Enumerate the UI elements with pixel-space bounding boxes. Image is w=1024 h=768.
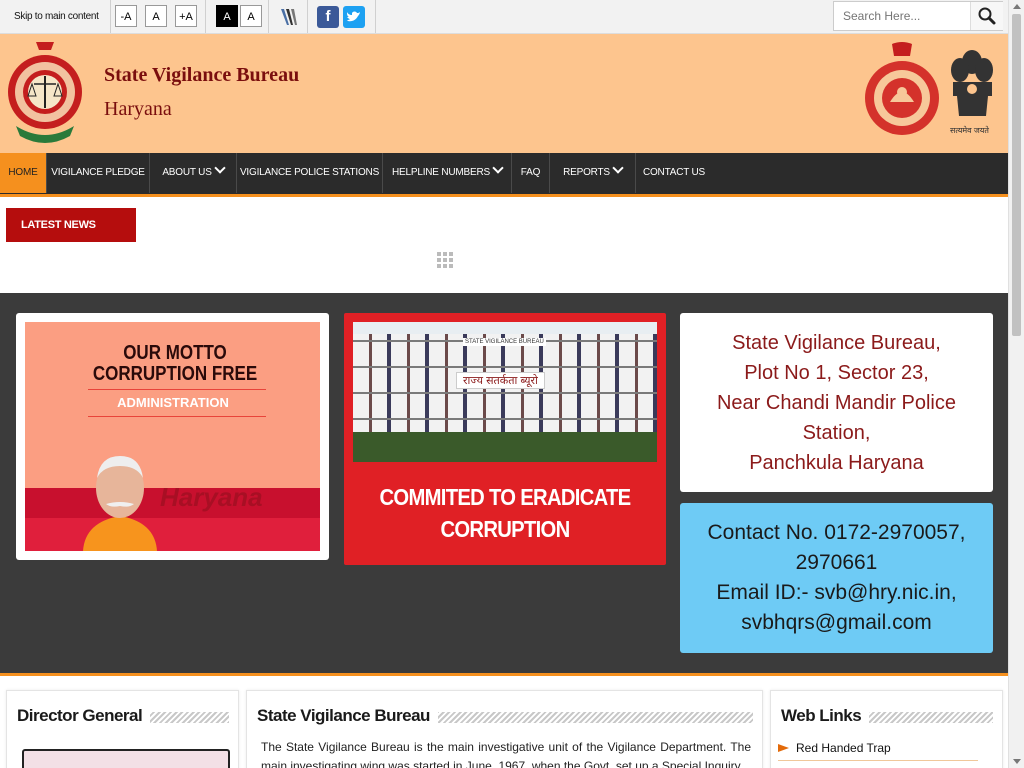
news-section: LATEST NEWS: [0, 197, 1008, 293]
scroll-up-icon[interactable]: [1013, 4, 1021, 9]
commit-line1: COMMITED TO ERADICATE: [379, 484, 632, 510]
motto-watermark: Haryana: [160, 482, 263, 512]
building-image: STATE VIGILANCE BUREAU राज्य सतर्कता ब्य…: [353, 322, 657, 462]
site-title[interactable]: State Vigilance Bureau: [104, 64, 299, 87]
high-contrast-button[interactable]: A: [216, 5, 238, 27]
svb-logo[interactable]: [6, 40, 84, 148]
accessibility-bar: Skip to main content -A A +A A A f: [0, 0, 1008, 34]
motto-line2: CORRUPTION FREE: [92, 363, 258, 385]
commit-line2: CORRUPTION: [440, 516, 570, 542]
address-line: State Vigilance Bureau,: [732, 332, 941, 354]
address-line: Near Chandi Mandir Police: [716, 392, 956, 414]
panel-title: State Vigilance Bureau: [257, 706, 438, 726]
address-line: Plot No 1, Sector 23,: [744, 362, 929, 384]
title-stripes: [431, 712, 753, 723]
contact-card: Contact No. 0172-2970057, 2970661 Email …: [680, 503, 993, 653]
font-decrease-button[interactable]: -A: [115, 5, 137, 27]
nav-vigilance-police-stations[interactable]: VIGILANCE POLICE STATIONS: [237, 153, 383, 193]
emblem-caption: सत्यमेव जयते: [950, 126, 989, 135]
site-subtitle: Haryana: [104, 98, 172, 120]
page-scrollbar[interactable]: [1008, 0, 1024, 768]
font-normal-button[interactable]: A: [145, 5, 167, 27]
divider: [110, 0, 111, 33]
search-input[interactable]: [834, 2, 968, 30]
title-stripes: [147, 712, 229, 723]
motto-line1: OUR MOTTO: [123, 342, 227, 364]
nav-vigilance-pledge[interactable]: VIGILANCE PLEDGE: [47, 153, 150, 193]
panel-title: Director General: [17, 706, 151, 726]
svb-description: The State Vigilance Bureau is the main i…: [261, 740, 751, 768]
latest-news-label: LATEST NEWS: [6, 208, 136, 242]
motto-line3: ADMINISTRATION: [117, 395, 229, 410]
divider: [375, 0, 376, 33]
normal-contrast-button[interactable]: A: [240, 5, 262, 27]
nav-helpline-numbers[interactable]: HELPLINE NUMBERS: [383, 153, 512, 193]
panel-title: Web Links: [781, 706, 870, 726]
arrow-right-icon: [778, 744, 789, 752]
address-line: Panchkula Haryana: [749, 452, 924, 474]
building-hindi-sign: राज्य सतर्कता ब्यूरो: [456, 372, 545, 389]
scrollbar-thumb[interactable]: [1012, 14, 1021, 336]
greenery: [353, 432, 657, 462]
haryana-emblem: [862, 42, 942, 140]
nav-faq[interactable]: FAQ: [512, 153, 550, 193]
nav-reports[interactable]: REPORTS: [550, 153, 636, 193]
nav-label: HELPLINE NUMBERS: [392, 167, 490, 178]
screen-reader-icon[interactable]: [278, 6, 300, 28]
svb-about-panel: State Vigilance Bureau The State Vigilan…: [246, 690, 763, 768]
divider: [268, 0, 269, 33]
web-links-panel: Web Links Red Handed Trap: [770, 690, 1003, 768]
divider: [307, 0, 308, 33]
search-box: [833, 1, 1003, 31]
motto-card: OUR MOTTO CORRUPTION FREE ADMINISTRATION…: [16, 313, 329, 560]
nav-home[interactable]: HOME: [0, 153, 47, 193]
motto-banner-image: OUR MOTTO CORRUPTION FREE ADMINISTRATION…: [25, 322, 320, 551]
nav-contact-us[interactable]: CONTACT US: [636, 153, 712, 193]
title-stripes: [867, 712, 993, 723]
commitment-text: COMMITED TO ERADICATE CORRUPTION: [363, 481, 646, 545]
floor-lines: [353, 334, 657, 444]
contact-email[interactable]: Email ID:- svb@hry.nic.in,: [680, 578, 993, 608]
chevron-down-icon: [214, 162, 226, 174]
scroll-down-icon[interactable]: [1013, 759, 1021, 764]
twitter-icon[interactable]: [343, 6, 365, 28]
address-text: State Vigilance Bureau, Plot No 1, Secto…: [680, 328, 993, 478]
search-icon: [978, 7, 996, 25]
address-line: Station,: [802, 422, 871, 444]
motto-divider: [88, 416, 266, 417]
contact-line: Contact No. 0172-2970057,: [707, 521, 966, 544]
main-navigation: HOME VIGILANCE PLEDGE ABOUT US VIGILANCE…: [0, 153, 1008, 197]
facebook-icon[interactable]: f: [317, 6, 339, 28]
chevron-down-icon: [492, 162, 504, 174]
contact-email[interactable]: svbhqrs@gmail.com: [680, 608, 993, 638]
national-emblem: [945, 44, 1000, 124]
page: Skip to main content -A A +A A A f Searc…: [0, 0, 1008, 768]
nav-label: ABOUT US: [162, 167, 212, 178]
chevron-down-icon: [612, 162, 624, 174]
font-increase-button[interactable]: +A: [175, 5, 197, 27]
motto-red-base: [25, 518, 320, 551]
contact-text: Contact No. 0172-2970057, 2970661 Email …: [680, 518, 993, 638]
leader-photo: [75, 448, 165, 551]
search-button[interactable]: [970, 2, 1003, 30]
weblink-red-handed-trap[interactable]: Red Handed Trap: [778, 740, 978, 761]
site-header: State Vigilance Bureau Haryana सत्यमेव ज…: [0, 34, 1008, 153]
weblink-label: Red Handed Trap: [796, 741, 891, 755]
divider: [205, 0, 206, 33]
feature-band: OUR MOTTO CORRUPTION FREE ADMINISTRATION…: [0, 293, 1008, 676]
address-card: State Vigilance Bureau, Plot No 1, Secto…: [680, 313, 993, 492]
director-general-panel: Director General: [6, 690, 239, 768]
nav-label: REPORTS: [563, 167, 610, 178]
skip-to-content-link[interactable]: Skip to main content: [14, 11, 99, 22]
nav-about-us[interactable]: ABOUT US: [150, 153, 237, 193]
contact-line: 2970661: [795, 551, 878, 574]
motto-divider: [88, 389, 266, 390]
commitment-card: STATE VIGILANCE BUREAU राज्य सतर्कता ब्य…: [344, 313, 666, 565]
building-sign: STATE VIGILANCE BUREAU: [463, 338, 546, 346]
director-photo: [22, 749, 230, 768]
